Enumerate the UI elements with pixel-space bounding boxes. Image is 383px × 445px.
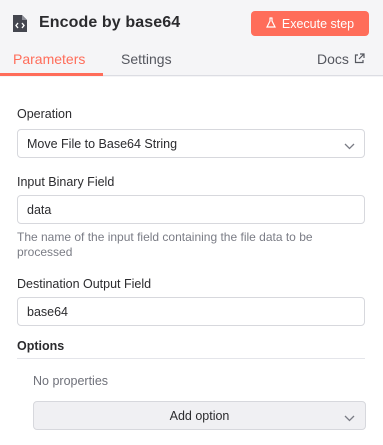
destination-output-field-value: base64 bbox=[27, 304, 69, 319]
add-option-button[interactable]: Add option bbox=[33, 401, 366, 430]
destination-output-field-label: Destination Output Field bbox=[17, 277, 152, 291]
no-properties-text: No properties bbox=[33, 374, 109, 388]
operation-value: Move File to Base64 String bbox=[27, 136, 178, 151]
docs-link[interactable]: Docs bbox=[317, 51, 365, 67]
chevron-down-icon bbox=[344, 411, 355, 425]
options-label: Options bbox=[17, 339, 65, 353]
tab-bar: Parameters Settings Docs bbox=[0, 44, 383, 76]
node-title: Encode by base64 bbox=[39, 14, 181, 31]
destination-output-field-input[interactable]: base64 bbox=[17, 297, 365, 326]
tab-settings[interactable]: Settings bbox=[121, 51, 172, 67]
external-link-icon bbox=[349, 51, 365, 67]
node-header: Encode by base64 Execute step Parameters… bbox=[0, 0, 383, 76]
docs-label: Docs bbox=[317, 51, 349, 67]
tab-parameters[interactable]: Parameters bbox=[13, 51, 85, 67]
active-tab-indicator bbox=[0, 73, 103, 76]
execute-step-button[interactable]: Execute step bbox=[251, 11, 369, 36]
input-binary-field-label: Input Binary Field bbox=[17, 175, 115, 189]
input-binary-field-hint: The name of the input field containing t… bbox=[17, 230, 313, 259]
options-divider bbox=[17, 358, 365, 359]
parameters-panel: Operation Move File to Base64 String Inp… bbox=[0, 77, 383, 445]
execute-step-label: Execute step bbox=[281, 16, 355, 31]
operation-select[interactable]: Move File to Base64 String bbox=[17, 129, 365, 158]
file-code-icon bbox=[12, 13, 30, 33]
input-binary-field-value: data bbox=[27, 202, 52, 217]
chevron-down-icon bbox=[344, 139, 355, 153]
input-binary-field-input[interactable]: data bbox=[17, 195, 365, 224]
flask-icon bbox=[265, 16, 282, 31]
add-option-label: Add option bbox=[169, 408, 230, 423]
operation-label: Operation bbox=[17, 107, 72, 121]
